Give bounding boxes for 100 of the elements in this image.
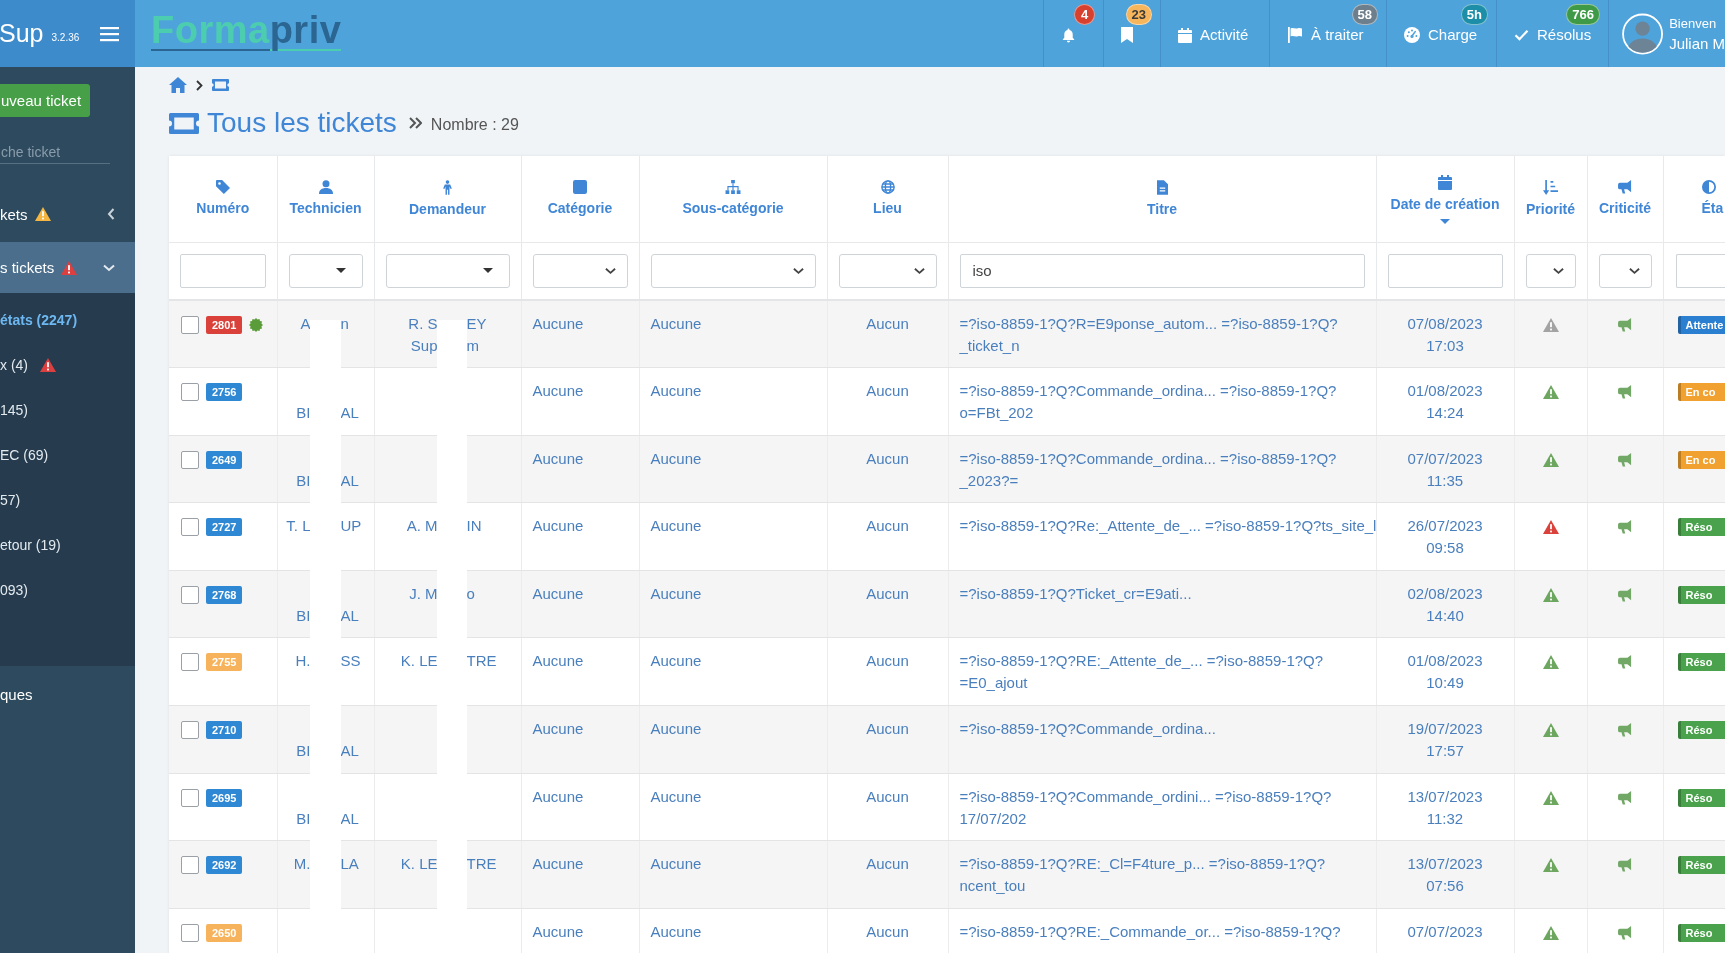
column-header[interactable]: Criticité [1587,156,1663,242]
column-header[interactable]: Titre [948,156,1376,242]
technician-name: AL [340,808,359,829]
creation-date: 07/07/2023 11:35 [1407,448,1483,491]
search-field[interactable]: che ticket [0,140,110,164]
sidebar-item[interactable]: ques [0,666,135,722]
square-icon [573,180,587,195]
ticket-icon[interactable] [212,79,229,91]
requester-name: IN [466,516,482,537]
column-header[interactable]: Éta [1663,156,1725,242]
chevron-down-icon [1552,266,1564,275]
filter-dropdown[interactable] [1525,253,1576,288]
brand-name: Sup [0,19,44,48]
nav-link[interactable]: Charge [1404,26,1478,44]
new-ticket-button[interactable]: uveau ticket [0,84,90,117]
nav-icon-button[interactable] [1061,26,1076,44]
filter-field[interactable] [180,253,266,288]
subcategory-text: Aucune [650,720,702,738]
technician-name: LA [340,854,359,875]
ticket-number[interactable]: 2801 [206,316,243,334]
megaphone-icon [1617,180,1633,195]
row-checkbox[interactable] [181,383,199,402]
technician-name: SS [340,651,361,672]
filter-dropdown[interactable] [838,253,937,288]
row-checkbox[interactable] [181,450,199,469]
filter-field[interactable] [1675,253,1725,288]
sidebar-item[interactable]: kets [0,186,135,242]
ticket-number[interactable]: 2692 [206,856,243,875]
calendar-icon [1438,173,1452,190]
technician-name: BI [296,470,311,491]
caret-icon [482,268,493,274]
row-checkbox[interactable] [181,316,199,334]
filter-dropdown[interactable] [532,253,628,288]
creation-date: 01/08/2023 10:49 [1407,651,1483,694]
row-checkbox[interactable] [181,653,199,672]
column-header[interactable]: Technicien [277,156,374,242]
row-checkbox[interactable] [181,856,199,875]
ticket-title[interactable]: =?iso-8859-1?Q?Commande_ordini... =?iso-8859-1?Q? 17/07/202 [959,785,1332,830]
ticket-number[interactable]: 2756 [206,383,243,402]
submenu-item[interactable]: 57) [0,477,135,522]
ticket-title[interactable]: =?iso-8859-1?Q?Commande_ordina... =?iso-8859-1?Q? o=FBt_202 [959,380,1337,425]
nav-icon-button[interactable] [1121,26,1133,44]
menu-icon[interactable] [100,25,119,42]
ticket-number[interactable]: 2768 [206,585,243,604]
location-text: Aucun [866,315,909,332]
ticket-number[interactable]: 2727 [206,518,243,537]
filter-dropdown[interactable] [288,253,363,288]
submenu-item[interactable]: 093) [0,567,135,612]
creation-date: 19/07/2023 17:57 [1407,719,1483,762]
column-header[interactable]: Sous-catégorie [639,156,827,242]
filter-field[interactable]: iso [959,253,1365,288]
column-header[interactable]: Catégorie [521,156,639,242]
row-checkbox[interactable] [181,721,199,740]
submenu-item[interactable]: etour (19) [0,522,135,567]
column-header[interactable]: Priorité [1514,156,1587,242]
submenu-item[interactable]: états (2247) [0,297,135,342]
greeting-text: Bienven [1669,15,1718,31]
standing-person-icon [443,179,452,195]
ticket-title[interactable]: =?iso-8859-1?Q?RE:_Commande_or... =?iso-8859-1?Q? [959,920,1341,943]
ticket-title[interactable]: =?iso-8859-1?Q?Ticket_cr=E9ati... [959,582,1192,605]
ticket-title[interactable]: =?iso-8859-1?Q?Re:_Attente_de_... =?iso-8859-1?Q?ts_site_l [959,515,1377,538]
row-checkbox[interactable] [181,585,199,604]
filter-field[interactable] [1387,253,1503,288]
ticket-title[interactable]: =?iso-8859-1?Q?RE:_Attente_de_... =?iso-8859-1?Q? =E0_ajout [959,650,1324,695]
filter-dropdown[interactable] [385,253,510,288]
status-badge: Réso [1677,788,1725,807]
requester-name: J. M [409,583,438,604]
gauge-icon [1404,27,1420,43]
count-badge: 766 [1566,4,1600,25]
ticket-number[interactable]: 2649 [206,450,243,469]
filter-dropdown[interactable] [650,253,816,288]
column-header[interactable]: Numéro [169,156,277,242]
category-text: Aucune [532,449,584,467]
row-checkbox[interactable] [181,518,199,537]
row-checkbox[interactable] [181,923,199,942]
nav-link[interactable]: À traiter [1287,26,1364,44]
category-text: Aucune [532,517,584,535]
filter-dropdown[interactable] [1598,253,1652,288]
subcategory-text: Aucune [650,787,702,805]
location-text: Aucun [866,584,909,602]
subcategory-text: Aucune [650,315,702,332]
nav-link[interactable]: Résolus [1514,26,1592,44]
submenu-item[interactable]: EC (69) [0,432,135,477]
sidebar-item[interactable]: s tickets [0,242,135,293]
location-text: Aucun [866,855,909,873]
submenu-item[interactable]: 145) [0,387,135,432]
count-badge: 23 [1125,4,1152,25]
ticket-number[interactable]: 2710 [206,721,243,740]
row-checkbox[interactable] [181,788,199,807]
column-header[interactable]: Lieu [827,156,948,242]
nav-link[interactable]: Activité [1178,26,1249,44]
ticket-number[interactable]: 2695 [206,788,243,807]
column-header[interactable]: Demandeur [374,156,521,242]
home-icon[interactable] [169,77,187,93]
check-icon [1514,29,1529,41]
column-header[interactable]: Date de création [1376,156,1514,242]
user-name[interactable]: Julian M [1669,34,1725,52]
creation-date: 13/07/2023 07:56 [1407,854,1483,897]
submenu-item[interactable]: x (4) [0,342,135,387]
creation-date: 02/08/2023 14:40 [1407,583,1483,626]
